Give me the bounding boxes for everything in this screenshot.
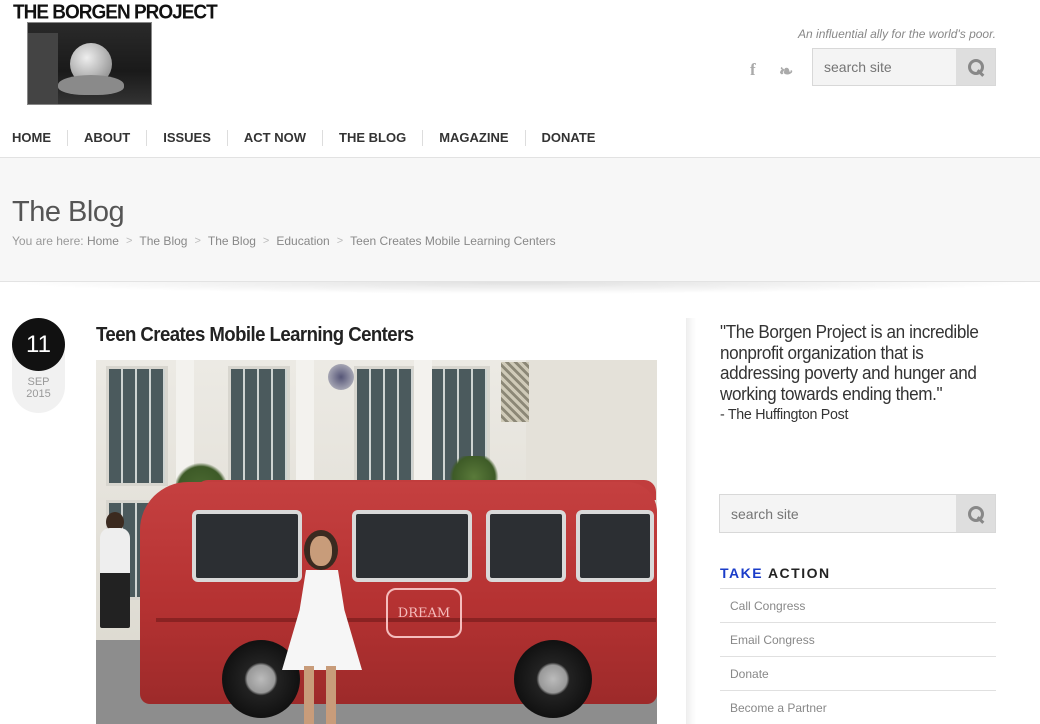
sidebar-quote: "The Borgen Project is an incredible non… xyxy=(720,322,979,404)
breadcrumb-prefix: You are here: xyxy=(12,234,84,248)
chevron-right-icon: > xyxy=(336,235,344,247)
nav-act-now[interactable]: ACT NOW xyxy=(226,130,322,146)
page-title-band: The Blog You are here: Home > The Blog >… xyxy=(0,158,1040,282)
sidebar-quote-attribution: - The Huffington Post xyxy=(720,406,849,423)
site-tagline: An influential ally for the world's poor… xyxy=(798,27,996,41)
chevron-right-icon: > xyxy=(125,235,133,247)
take-action-call-congress[interactable]: Call Congress xyxy=(720,588,996,622)
take-action-heading-rest: ACTION xyxy=(763,565,831,581)
breadcrumb-education[interactable]: Education xyxy=(276,234,329,248)
post-date-year: 2015 xyxy=(26,388,51,400)
take-action-donate[interactable]: Donate xyxy=(720,656,996,690)
van-dream-sign: DREAM xyxy=(386,588,462,638)
sidebar-search xyxy=(719,494,996,533)
breadcrumb-home[interactable]: Home xyxy=(87,234,119,248)
nav-about[interactable]: ABOUT xyxy=(67,130,146,146)
header-search-input[interactable] xyxy=(813,49,957,85)
take-action-heading: TAKE ACTION xyxy=(720,565,831,581)
sidebar-search-input[interactable] xyxy=(720,495,950,532)
nav-donate[interactable]: DONATE xyxy=(524,130,612,146)
breadcrumb-current: Teen Creates Mobile Learning Centers xyxy=(350,234,556,248)
main-nav: HOME ABOUT ISSUES ACT NOW THE BLOG MAGAZ… xyxy=(0,128,611,148)
chevron-right-icon: > xyxy=(194,235,201,247)
facebook-icon[interactable]: f xyxy=(750,60,756,80)
sidebar-search-button[interactable] xyxy=(956,495,995,532)
chevron-right-icon: > xyxy=(262,235,270,247)
breadcrumb-the-blog[interactable]: The Blog xyxy=(139,234,187,248)
search-icon xyxy=(967,505,984,522)
post-featured-image[interactable]: DREAM xyxy=(96,360,657,724)
nav-issues[interactable]: ISSUES xyxy=(146,130,227,146)
take-action-become-partner[interactable]: Become a Partner xyxy=(720,690,996,724)
post-date-month: SEP xyxy=(27,376,50,388)
logo-image xyxy=(27,22,152,105)
take-action-heading-accent: TAKE xyxy=(720,565,764,581)
nav-the-blog[interactable]: THE BLOG xyxy=(322,130,422,146)
content-sidebar-divider xyxy=(686,318,696,724)
header-search xyxy=(812,48,996,86)
twitter-icon[interactable]: ❧ xyxy=(779,62,793,82)
nav-home[interactable]: HOME xyxy=(0,130,67,146)
post-title[interactable]: Teen Creates Mobile Learning Centers xyxy=(96,324,414,347)
nav-magazine[interactable]: MAGAZINE xyxy=(422,130,524,146)
page-title: The Blog xyxy=(12,196,125,228)
band-shadow xyxy=(0,282,1040,294)
search-icon xyxy=(967,59,984,75)
breadcrumb-the-blog-2[interactable]: The Blog xyxy=(208,234,256,248)
breadcrumb: You are here: Home > The Blog > The Blog… xyxy=(12,234,556,248)
take-action-email-congress[interactable]: Email Congress xyxy=(720,622,996,656)
take-action-list: Call Congress Email Congress Donate Beco… xyxy=(720,588,996,724)
post-date-day: 11 xyxy=(12,318,65,371)
header-search-button[interactable] xyxy=(956,49,995,85)
site-logo[interactable]: THE BORGEN PROJECT xyxy=(12,0,218,106)
